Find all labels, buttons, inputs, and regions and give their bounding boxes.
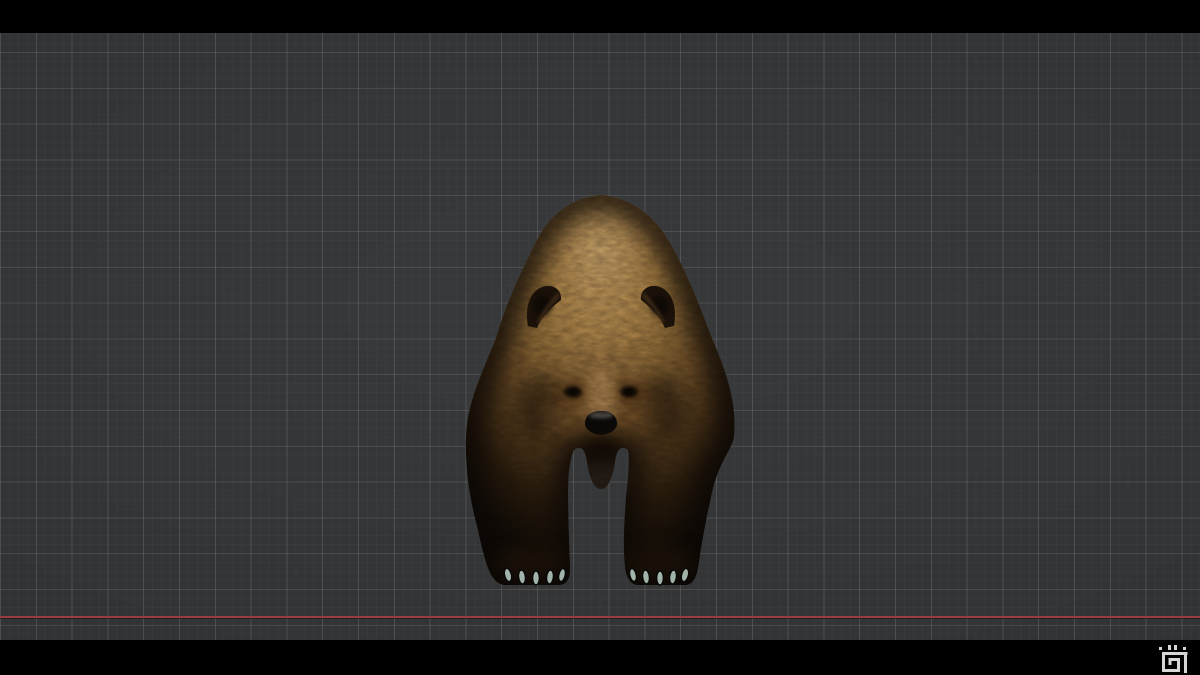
maker-logo-icon (1156, 645, 1190, 673)
bear-forehead (555, 280, 647, 352)
bear-model[interactable] (440, 188, 760, 592)
app-window (0, 0, 1200, 675)
letterbox-bottom-bar (0, 640, 1200, 675)
letterbox-top-bar (0, 0, 1200, 33)
bear-body (466, 195, 735, 585)
ground-x-axis-line (0, 616, 1200, 618)
